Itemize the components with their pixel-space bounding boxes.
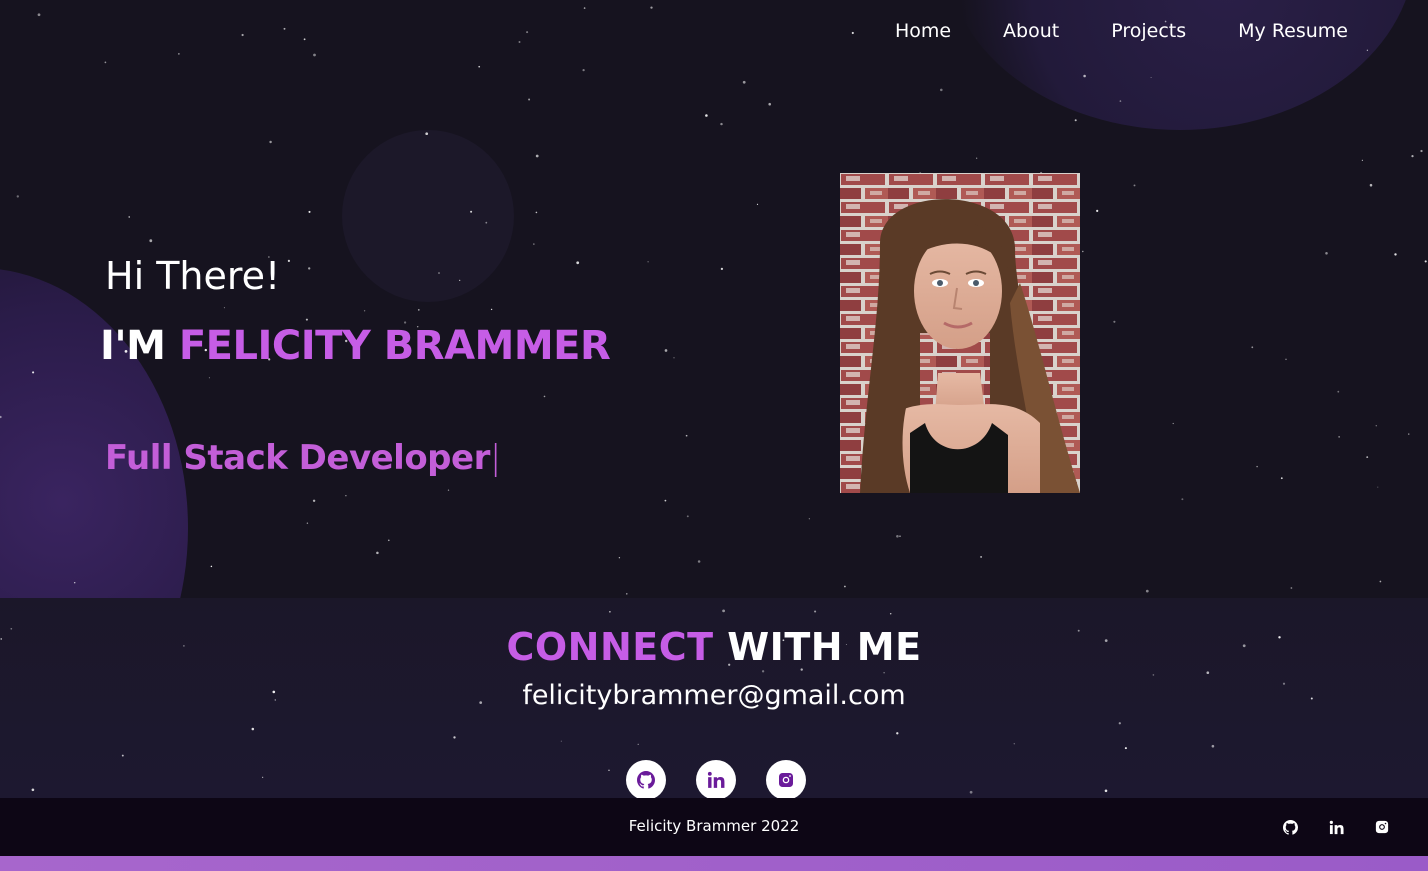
social-links [626, 760, 806, 800]
connect-heading-rest: WITH ME [713, 625, 922, 669]
typewriter-role: Full Stack Developer| [105, 434, 501, 482]
intro-prefix: I'M [100, 323, 179, 369]
github-link-button[interactable] [626, 760, 666, 800]
footer-social-links [1282, 819, 1390, 835]
greeting-heading: Hi There! [105, 254, 281, 298]
footer-github-link[interactable] [1282, 819, 1298, 835]
typing-cursor: | [489, 438, 501, 478]
connect-heading-accent: CONNECT [506, 625, 714, 669]
footer-linkedin-link[interactable] [1328, 819, 1344, 835]
page: Home About Projects My Resume Hi There! … [0, 0, 1428, 871]
nav-link-home[interactable]: Home [895, 17, 951, 45]
footer-instagram-link[interactable] [1374, 819, 1390, 835]
github-icon [637, 771, 655, 789]
role-text: Full Stack Developer [105, 438, 490, 478]
profile-photo-illustration [840, 173, 1080, 493]
name-highlight: FELICITY BRAMMER [178, 323, 611, 369]
profile-photo [840, 173, 1080, 493]
top-navigation: Home About Projects My Resume [843, 17, 1348, 45]
site-footer: Felicity Brammer 2022 [0, 798, 1428, 856]
instagram-icon [779, 773, 793, 787]
nav-link-about[interactable]: About [1003, 17, 1059, 45]
instagram-icon [1375, 820, 1389, 834]
connect-heading: CONNECT WITH ME [0, 622, 1428, 672]
bottom-accent-bar [0, 856, 1428, 871]
linkedin-icon [707, 771, 725, 788]
nav-link-projects[interactable]: Projects [1111, 17, 1186, 45]
instagram-link-button[interactable] [766, 760, 806, 800]
linkedin-link-button[interactable] [696, 760, 736, 800]
copyright-text: Felicity Brammer 2022 [628, 817, 800, 835]
linkedin-icon [1329, 820, 1344, 834]
decorative-blob [342, 130, 514, 302]
contact-email[interactable]: felicitybrammer@gmail.com [0, 677, 1428, 715]
github-icon [1282, 819, 1298, 835]
nav-link-resume[interactable]: My Resume [1238, 17, 1348, 45]
intro-heading: I'M FELICITY BRAMMER [100, 318, 611, 374]
